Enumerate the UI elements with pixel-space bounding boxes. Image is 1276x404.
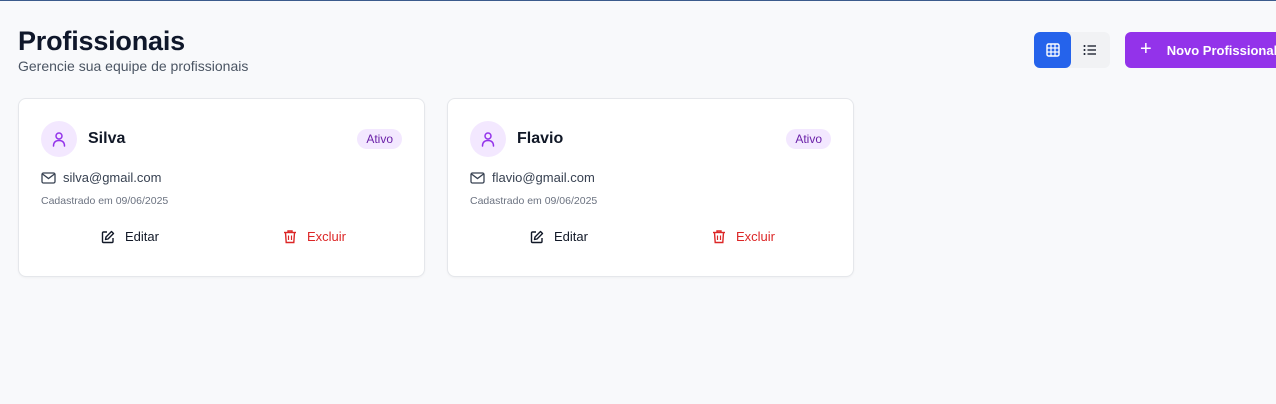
plus-icon: +	[1140, 37, 1152, 60]
card-header: Silva	[41, 121, 125, 157]
grid-icon	[1045, 43, 1060, 57]
list-icon	[1083, 45, 1096, 55]
delete-button[interactable]: Excluir	[283, 229, 346, 244]
professional-name: Flavio	[517, 130, 564, 147]
mail-icon	[41, 171, 56, 184]
card-actions: Editar Excluir	[448, 229, 853, 249]
page-subtitle: Gerencie sua equipe de profissionais	[18, 58, 249, 74]
delete-button[interactable]: Excluir	[712, 229, 775, 244]
top-border	[0, 0, 1276, 1]
page-title: Profissionais	[18, 26, 185, 56]
edit-icon	[530, 230, 544, 243]
professional-card: Silva Ativo silva@gmail.com Cadastrado e…	[18, 98, 425, 277]
avatar	[41, 121, 77, 157]
page-header: Profissionais Gerencie sua equipe de pro…	[18, 26, 248, 74]
user-icon	[52, 132, 66, 147]
professional-name: Silva	[88, 130, 126, 147]
user-icon	[481, 132, 495, 147]
email-row: silva@gmail.com	[41, 170, 161, 185]
delete-label: Excluir	[307, 229, 347, 244]
new-professional-button[interactable]: + Novo Profissional	[1125, 32, 1276, 68]
email-row: flavio@gmail.com	[470, 170, 595, 185]
professional-card: Flavio Ativo flavio@gmail.com Cadastrado…	[447, 98, 854, 277]
status-badge: Ativo	[357, 129, 402, 149]
edit-button[interactable]: Editar	[530, 229, 588, 244]
professional-email: silva@gmail.com	[63, 170, 162, 185]
edit-icon	[101, 230, 115, 243]
edit-label: Editar	[554, 229, 588, 244]
card-actions: Editar Excluir	[19, 229, 424, 249]
registered-date: Cadastrado em 09/06/2025	[41, 195, 169, 207]
edit-button[interactable]: Editar	[101, 229, 159, 244]
grid-view-button[interactable]	[1034, 32, 1071, 68]
new-professional-label: Novo Profissional	[1166, 42, 1276, 58]
trash-icon	[284, 230, 296, 244]
edit-label: Editar	[125, 229, 159, 244]
card-header: Flavio	[470, 121, 563, 157]
status-badge: Ativo	[786, 129, 831, 149]
mail-icon	[470, 171, 485, 184]
delete-label: Excluir	[736, 229, 776, 244]
trash-icon	[713, 230, 725, 244]
view-toggle	[1034, 32, 1110, 68]
registered-date: Cadastrado em 09/06/2025	[470, 195, 598, 207]
list-view-button[interactable]	[1071, 32, 1108, 68]
professional-email: flavio@gmail.com	[492, 170, 595, 185]
avatar	[470, 121, 506, 157]
